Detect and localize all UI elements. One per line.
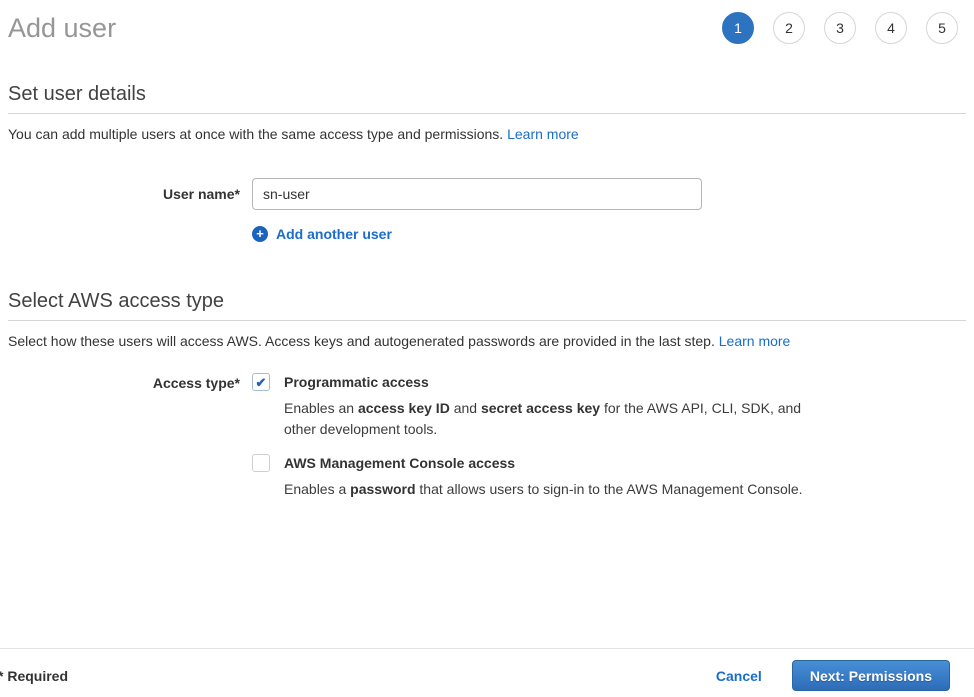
- desc-text: that allows users to sign-in to the AWS …: [416, 481, 803, 497]
- user-details-intro-text: You can add multiple users at once with …: [8, 126, 503, 142]
- step-1: 1: [722, 12, 754, 44]
- add-another-user-link[interactable]: + Add another user: [252, 226, 392, 242]
- option-content: AWS Management Console access Enables a …: [284, 454, 803, 500]
- cancel-button[interactable]: Cancel: [716, 668, 762, 684]
- access-type-label: Access type*: [8, 374, 240, 514]
- desc-text: Enables a: [284, 481, 350, 497]
- desc-bold: access key ID: [358, 400, 450, 416]
- user-name-row: User name*: [8, 178, 966, 210]
- option-content: Programmatic access Enables an access ke…: [284, 373, 806, 440]
- desc-bold: secret access key: [481, 400, 600, 416]
- section-user-details: Set user details You can add multiple us…: [0, 82, 974, 242]
- page-title: Add user: [8, 10, 116, 46]
- add-another-user-label: Add another user: [276, 226, 392, 242]
- page-header: Add user 1 2 3 4 5: [0, 0, 974, 46]
- step-2: 2: [773, 12, 805, 44]
- next-permissions-button[interactable]: Next: Permissions: [792, 660, 950, 691]
- access-type-options: ✔ Programmatic access Enables an access …: [252, 373, 966, 514]
- user-details-learn-more-link[interactable]: Learn more: [507, 126, 579, 142]
- user-name-label: User name*: [8, 186, 240, 202]
- required-note: * Required: [0, 668, 68, 684]
- step-3: 3: [824, 12, 856, 44]
- desc-text: and: [450, 400, 481, 416]
- console-access-checkbox[interactable]: [252, 454, 270, 472]
- desc-text: Enables an: [284, 400, 358, 416]
- desc-bold: password: [350, 481, 415, 497]
- plus-circle-icon: +: [252, 226, 268, 242]
- console-access-description: Enables a password that allows users to …: [284, 479, 803, 500]
- step-4: 4: [875, 12, 907, 44]
- access-type-heading: Select AWS access type: [8, 289, 966, 320]
- access-type-intro: Select how these users will access AWS. …: [8, 333, 966, 349]
- option-programmatic-access: ✔ Programmatic access Enables an access …: [252, 373, 966, 440]
- section-divider: [8, 113, 966, 114]
- access-type-learn-more-link[interactable]: Learn more: [719, 333, 791, 349]
- user-details-heading: Set user details: [8, 82, 966, 113]
- console-access-title: AWS Management Console access: [284, 454, 803, 473]
- add-another-user-row: + Add another user: [8, 226, 966, 242]
- section-divider: [8, 320, 966, 321]
- user-name-input[interactable]: [252, 178, 702, 210]
- user-details-intro: You can add multiple users at once with …: [8, 126, 966, 142]
- programmatic-access-title: Programmatic access: [284, 373, 806, 392]
- access-type-row: Access type* ✔ Programmatic access Enabl…: [8, 373, 966, 514]
- add-user-page: Add user 1 2 3 4 5 Set user details You …: [0, 0, 974, 697]
- option-console-access: AWS Management Console access Enables a …: [252, 454, 966, 500]
- wizard-footer: * Required Cancel Next: Permissions: [0, 648, 974, 697]
- access-type-intro-text: Select how these users will access AWS. …: [8, 333, 715, 349]
- section-access-type: Select AWS access type Select how these …: [0, 289, 974, 514]
- programmatic-access-description: Enables an access key ID and secret acce…: [284, 398, 806, 440]
- step-5: 5: [926, 12, 958, 44]
- check-icon: ✔: [256, 376, 267, 389]
- programmatic-access-checkbox[interactable]: ✔: [252, 373, 270, 391]
- step-indicator: 1 2 3 4 5: [722, 12, 958, 44]
